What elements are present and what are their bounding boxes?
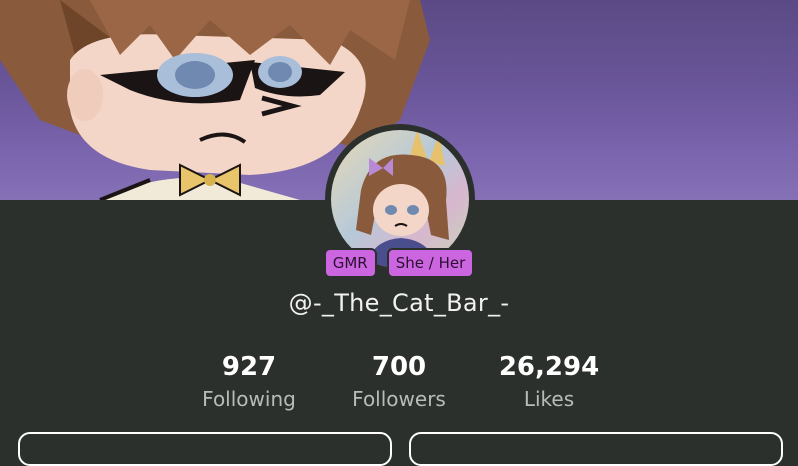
stat-following[interactable]: 927 Following <box>169 350 329 414</box>
badge-row: GMR She / Her <box>0 248 798 278</box>
likes-label: Likes <box>523 387 575 411</box>
badge-gmr: GMR <box>323 248 377 278</box>
badge-pronouns: She / Her <box>386 248 475 278</box>
following-count: 927 <box>221 352 277 382</box>
following-label: Following <box>202 387 296 411</box>
username: @-_The_Cat_Bar_- <box>288 289 510 317</box>
followers-label: Followers <box>352 387 446 411</box>
stat-followers[interactable]: 700 Followers <box>319 350 479 414</box>
likes-count: 26,294 <box>498 352 600 382</box>
left-action-button[interactable] <box>18 432 392 466</box>
followers-count: 700 <box>371 352 427 382</box>
stat-likes[interactable]: 26,294 Likes <box>469 350 629 414</box>
right-action-button[interactable] <box>409 432 783 466</box>
